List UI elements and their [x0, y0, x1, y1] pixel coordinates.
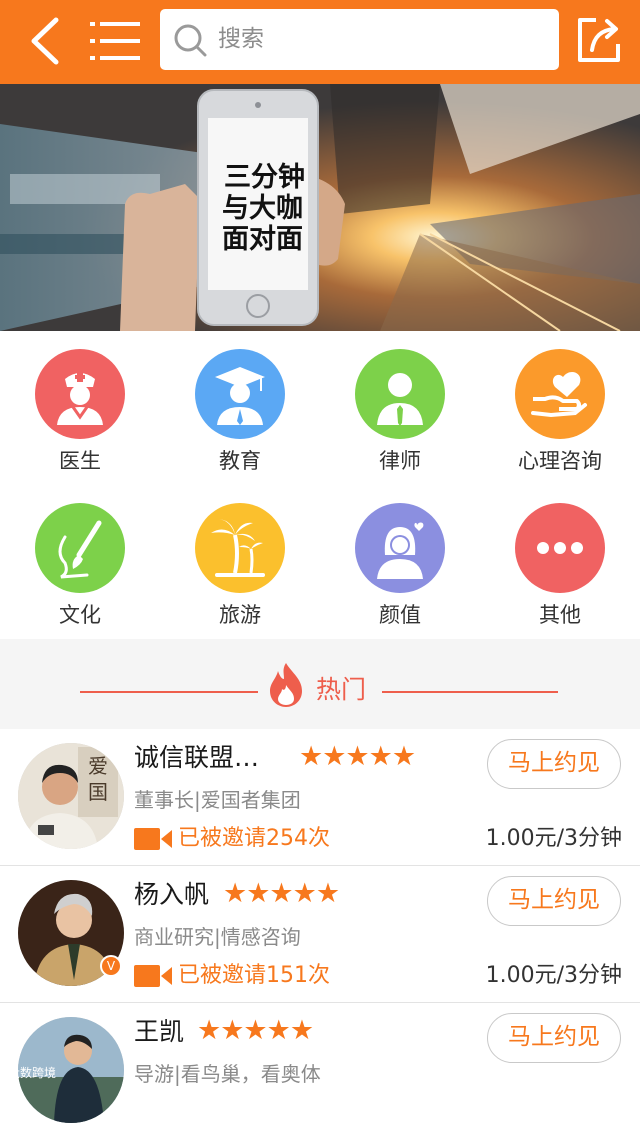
book-now-button[interactable]: 马上约见: [487, 1013, 621, 1063]
price: 1.00元/3分钟: [485, 963, 622, 988]
video-camera-icon: [134, 828, 172, 850]
search-placeholder: 搜索: [218, 26, 264, 52]
category-beauty[interactable]: 颜值: [320, 485, 480, 635]
book-now-button[interactable]: 马上约见: [487, 876, 621, 926]
expert-list-item[interactable]: V 杨入帆 ★★★★★ 商业研究|情感咨询 已被邀请151次 马上约见 1.00…: [0, 866, 640, 1003]
category-label: 旅游: [219, 603, 261, 627]
watermark: 大数跨境: [8, 1066, 57, 1080]
graduate-icon: [195, 349, 285, 439]
share-icon[interactable]: [574, 14, 624, 66]
category-psychology[interactable]: 心理咨询: [480, 331, 640, 481]
category-grid: 医生 教育 律师 心理咨询 文化 旅游 颜值 其他: [0, 331, 640, 639]
price: 1.00元/3分钟: [485, 826, 622, 851]
banner-phone-line-1: 三分钟: [224, 162, 305, 193]
category-label: 颜值: [379, 603, 421, 627]
expert-avatar: 爱 国: [18, 743, 124, 849]
search-bar[interactable]: 搜索: [160, 9, 559, 70]
video-camera-icon: [134, 965, 172, 987]
flame-icon: [270, 663, 302, 707]
banner-phone-line-3: 面对面: [222, 224, 303, 255]
hot-section-header: 热门: [0, 639, 640, 729]
expert-name: 杨入帆: [134, 880, 210, 909]
menu-icon[interactable]: [86, 16, 144, 66]
category-label: 其他: [539, 603, 581, 627]
palm-tree-icon: [195, 503, 285, 593]
invite-count-text: 已被邀请254次: [178, 826, 330, 851]
star-rating: ★★★★★: [197, 1015, 314, 1046]
expert-description: 董事长|爱国者集团: [134, 788, 301, 812]
expert-name: 诚信联盟…: [134, 743, 260, 772]
category-label: 心理咨询: [518, 449, 602, 473]
category-label: 教育: [219, 449, 261, 473]
invite-count-text: 已被邀请151次: [178, 963, 330, 988]
category-label: 医生: [59, 449, 101, 473]
expert-list-item[interactable]: 爱 国 诚信联盟… ★★★★★ 董事长|爱国者集团 已被邀请254次 马上约见 …: [0, 729, 640, 866]
divider-right: [382, 691, 558, 693]
star-rating: ★★★★★: [223, 878, 340, 909]
more-icon: [515, 503, 605, 593]
top-navigation-bar: 搜索: [0, 0, 640, 84]
svg-text:爱: 爱: [88, 754, 108, 778]
expert-name: 王凯: [134, 1017, 185, 1046]
category-travel[interactable]: 旅游: [160, 485, 320, 635]
doctor-icon: [35, 349, 125, 439]
lawyer-icon: [355, 349, 445, 439]
category-doctor[interactable]: 医生: [0, 331, 160, 481]
heart-hand-icon: [515, 349, 605, 439]
svg-text:国: 国: [88, 780, 108, 804]
banner-image: 三分钟 与大咖 面对面: [0, 84, 640, 331]
hot-section-title: 热门: [316, 675, 367, 704]
banner-phone-line-2: 与大咖: [222, 193, 303, 224]
category-label: 文化: [59, 603, 101, 627]
promo-banner[interactable]: 三分钟 与大咖 面对面: [0, 84, 640, 331]
expert-description: 导游|看鸟巢，看奥体: [134, 1062, 321, 1086]
search-icon: [174, 24, 207, 57]
category-other[interactable]: 其他: [480, 485, 640, 635]
verified-badge: V: [100, 955, 122, 977]
category-lawyer[interactable]: 律师: [320, 331, 480, 481]
back-chevron-icon[interactable]: [22, 16, 70, 66]
category-label: 律师: [379, 449, 421, 473]
star-rating: ★★★★★: [299, 741, 416, 772]
expert-description: 商业研究|情感咨询: [134, 925, 301, 949]
brush-icon: [35, 503, 125, 593]
woman-icon: [355, 503, 445, 593]
book-now-button[interactable]: 马上约见: [487, 739, 621, 789]
divider-left: [80, 691, 258, 693]
category-culture[interactable]: 文化: [0, 485, 160, 635]
expert-list-item[interactable]: 王凯 ★★★★★ 导游|看鸟巢，看奥体 马上约见: [0, 1003, 640, 1140]
category-education[interactable]: 教育: [160, 331, 320, 481]
